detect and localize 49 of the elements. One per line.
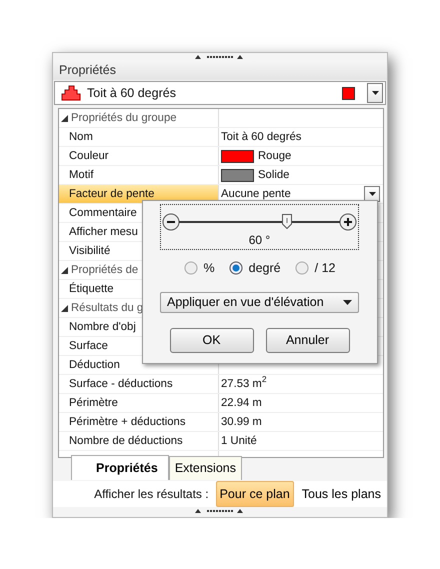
property-label[interactable]: Périmètre — [59, 394, 219, 412]
plus-icon — [339, 213, 357, 231]
expanded-icon[interactable] — [61, 114, 68, 122]
radio-button[interactable] — [184, 261, 198, 275]
property-value: 30.99 m — [221, 414, 262, 430]
results-label: Afficher les résultats : — [94, 486, 209, 503]
property-label[interactable]: Couleur — [59, 147, 219, 165]
object-selector[interactable]: Toit à 60 degrés — [54, 81, 386, 105]
tab[interactable]: Extensions — [168, 456, 242, 480]
tab[interactable]: Propriétés — [71, 455, 169, 480]
property-value: Toit à 60 degrés — [221, 130, 302, 145]
property-value: Aucune pente — [221, 186, 292, 202]
property-value: 1 Unité — [221, 434, 257, 449]
caret-icon — [372, 91, 378, 95]
radio-label: % — [204, 260, 215, 277]
radio-label: / 12 — [314, 260, 336, 277]
dropdown-button[interactable] — [367, 83, 383, 103]
property-label[interactable]: Nombre de déductions — [59, 432, 219, 450]
cancel-button[interactable]: Annuler — [266, 328, 350, 353]
panel-title: Propriétés — [53, 60, 387, 80]
property-value: Rouge — [258, 148, 292, 164]
expanded-icon[interactable] — [61, 266, 68, 274]
slider-thumb[interactable] — [282, 214, 292, 229]
ok-button[interactable]: OK — [170, 328, 254, 353]
property-label[interactable]: Périmètre + déductions — [59, 413, 219, 431]
selector-value: Toit à 60 degrés — [87, 84, 177, 102]
caret-icon — [343, 300, 352, 305]
slider-reading: 60 ° — [248, 232, 272, 249]
results-option[interactable]: Pour ce plan — [216, 480, 294, 508]
radio-button[interactable] — [228, 261, 243, 275]
property-value: 27.53 m$^{2}$ — [221, 376, 267, 392]
results-option[interactable]: Tous les plans — [298, 480, 385, 508]
radio-label: degré — [248, 260, 281, 277]
apply-dropdown[interactable]: Appliquer en vue d'élévation — [160, 292, 359, 313]
group-label: Propriétés de — [71, 262, 138, 278]
property-value: 22.94 m — [221, 396, 262, 411]
property-label[interactable]: Motif — [59, 166, 219, 184]
expanded-icon[interactable] — [61, 304, 68, 312]
radio-button[interactable] — [294, 261, 309, 275]
plus-button[interactable] — [339, 213, 357, 231]
roof-icon — [61, 85, 81, 101]
property-value: Solide — [258, 168, 290, 183]
minus-button[interactable] — [162, 213, 180, 231]
property-label[interactable]: Facteur de pente — [59, 185, 219, 203]
caret-icon — [368, 192, 376, 196]
minus-icon — [162, 213, 180, 231]
property-label[interactable]: Nom — [59, 128, 219, 146]
property-label[interactable]: Surface - déductions — [59, 375, 219, 393]
group-label: Propriétés du groupe — [71, 110, 177, 126]
